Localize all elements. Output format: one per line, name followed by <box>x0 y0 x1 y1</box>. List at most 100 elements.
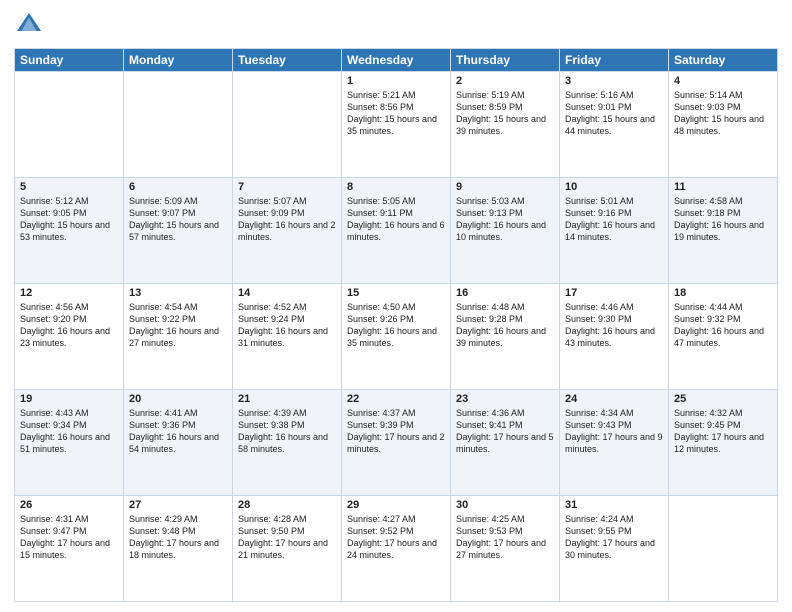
day-info: Sunrise: 5:19 AM Sunset: 8:59 PM Dayligh… <box>456 89 554 138</box>
col-header-wednesday: Wednesday <box>342 49 451 72</box>
empty-cell <box>15 72 124 178</box>
day-number: 8 <box>347 181 445 193</box>
day-cell-11: 11Sunrise: 4:58 AM Sunset: 9:18 PM Dayli… <box>669 178 778 284</box>
day-cell-6: 6 Sunrise: 5:09 AM Sunset: 9:07 PM Daylig… <box>124 178 233 284</box>
day-cell-7: 7 Sunrise: 5:07 AM Sunset: 9:09 PM Daylig… <box>233 178 342 284</box>
day-info: Sunrise: 4:24 AM Sunset: 9:55 PM Dayligh… <box>565 513 663 562</box>
day-info: Sunrise: 4:48 AM Sunset: 9:28 PM Dayligh… <box>456 301 554 350</box>
calendar-table: SundayMondayTuesdayWednesdayThursdayFrid… <box>14 48 778 602</box>
day-cell-26: 26 Sunrise: 4:31 AM Sunset: 9:47 PM Dayli… <box>15 496 124 602</box>
empty-cell <box>669 496 778 602</box>
day-number: 30 <box>456 499 554 511</box>
day-info: Sunrise: 5:14 AM Sunset: 9:03 PM Dayligh… <box>674 89 772 138</box>
logo <box>14 10 48 40</box>
day-info: Sunrise: 5:01 AM Sunset: 9:16 PM Dayligh… <box>565 195 663 244</box>
col-header-saturday: Saturday <box>669 49 778 72</box>
week-row-4: 19Sunrise: 4:43 AM Sunset: 9:34 PM Dayli… <box>15 390 778 496</box>
day-number: 5 <box>20 181 118 193</box>
day-number: 21 <box>238 393 336 405</box>
empty-cell <box>233 72 342 178</box>
day-number: 9 <box>456 181 554 193</box>
page: SundayMondayTuesdayWednesdayThursdayFrid… <box>0 0 792 612</box>
day-number: 1 <box>347 75 445 87</box>
day-info: Sunrise: 4:28 AM Sunset: 9:50 PM Dayligh… <box>238 513 336 562</box>
col-header-friday: Friday <box>560 49 669 72</box>
day-number: 6 <box>129 181 227 193</box>
day-number: 29 <box>347 499 445 511</box>
day-info: Sunrise: 4:27 AM Sunset: 9:52 PM Dayligh… <box>347 513 445 562</box>
day-cell-30: 30 Sunrise: 4:25 AM Sunset: 9:53 PM Dayli… <box>451 496 560 602</box>
day-info: Sunrise: 5:03 AM Sunset: 9:13 PM Dayligh… <box>456 195 554 244</box>
day-info: Sunrise: 5:16 AM Sunset: 9:01 PM Dayligh… <box>565 89 663 138</box>
day-number: 25 <box>674 393 772 405</box>
day-number: 7 <box>238 181 336 193</box>
day-cell-3: 3 Sunrise: 5:16 AM Sunset: 9:01 PM Daylig… <box>560 72 669 178</box>
header-row: SundayMondayTuesdayWednesdayThursdayFrid… <box>15 49 778 72</box>
day-info: Sunrise: 4:54 AM Sunset: 9:22 PM Dayligh… <box>129 301 227 350</box>
day-cell-13: 13 Sunrise: 4:54 AM Sunset: 9:22 PM Dayli… <box>124 284 233 390</box>
empty-cell <box>124 72 233 178</box>
day-info: Sunrise: 5:09 AM Sunset: 9:07 PM Dayligh… <box>129 195 227 244</box>
day-cell-1: 1 Sunrise: 5:21 AM Sunset: 8:56 PM Daylig… <box>342 72 451 178</box>
day-cell-18: 18Sunrise: 4:44 AM Sunset: 9:32 PM Dayli… <box>669 284 778 390</box>
week-row-5: 26 Sunrise: 4:31 AM Sunset: 9:47 PM Dayli… <box>15 496 778 602</box>
day-cell-16: 16 Sunrise: 4:48 AM Sunset: 9:28 PM Dayli… <box>451 284 560 390</box>
day-info: Sunrise: 4:34 AM Sunset: 9:43 PM Dayligh… <box>565 407 663 456</box>
day-number: 12 <box>20 287 118 299</box>
day-info: Sunrise: 4:36 AM Sunset: 9:41 PM Dayligh… <box>456 407 554 456</box>
week-row-1: 1 Sunrise: 5:21 AM Sunset: 8:56 PM Daylig… <box>15 72 778 178</box>
day-info: Sunrise: 5:12 AM Sunset: 9:05 PM Dayligh… <box>20 195 118 244</box>
day-info: Sunrise: 4:32 AM Sunset: 9:45 PM Dayligh… <box>674 407 772 456</box>
day-number: 17 <box>565 287 663 299</box>
day-info: Sunrise: 4:41 AM Sunset: 9:36 PM Dayligh… <box>129 407 227 456</box>
day-number: 10 <box>565 181 663 193</box>
header <box>14 10 778 40</box>
day-number: 14 <box>238 287 336 299</box>
day-info: Sunrise: 4:58 AM Sunset: 9:18 PM Dayligh… <box>674 195 772 244</box>
day-number: 3 <box>565 75 663 87</box>
day-info: Sunrise: 4:43 AM Sunset: 9:34 PM Dayligh… <box>20 407 118 456</box>
day-number: 16 <box>456 287 554 299</box>
day-cell-31: 31 Sunrise: 4:24 AM Sunset: 9:55 PM Dayli… <box>560 496 669 602</box>
week-row-3: 12 Sunrise: 4:56 AM Sunset: 9:20 PM Dayli… <box>15 284 778 390</box>
day-number: 22 <box>347 393 445 405</box>
week-row-2: 5 Sunrise: 5:12 AM Sunset: 9:05 PM Daylig… <box>15 178 778 284</box>
day-info: Sunrise: 4:56 AM Sunset: 9:20 PM Dayligh… <box>20 301 118 350</box>
day-number: 15 <box>347 287 445 299</box>
day-number: 24 <box>565 393 663 405</box>
day-number: 27 <box>129 499 227 511</box>
day-cell-23: 23Sunrise: 4:36 AM Sunset: 9:41 PM Dayli… <box>451 390 560 496</box>
logo-icon <box>14 10 44 40</box>
day-info: Sunrise: 5:05 AM Sunset: 9:11 PM Dayligh… <box>347 195 445 244</box>
day-number: 20 <box>129 393 227 405</box>
day-number: 31 <box>565 499 663 511</box>
day-info: Sunrise: 5:21 AM Sunset: 8:56 PM Dayligh… <box>347 89 445 138</box>
day-cell-20: 20 Sunrise: 4:41 AM Sunset: 9:36 PM Dayli… <box>124 390 233 496</box>
day-info: Sunrise: 4:31 AM Sunset: 9:47 PM Dayligh… <box>20 513 118 562</box>
day-info: Sunrise: 4:25 AM Sunset: 9:53 PM Dayligh… <box>456 513 554 562</box>
day-cell-28: 28Sunrise: 4:28 AM Sunset: 9:50 PM Dayli… <box>233 496 342 602</box>
col-header-monday: Monday <box>124 49 233 72</box>
day-cell-19: 19Sunrise: 4:43 AM Sunset: 9:34 PM Dayli… <box>15 390 124 496</box>
day-info: Sunrise: 4:52 AM Sunset: 9:24 PM Dayligh… <box>238 301 336 350</box>
day-cell-17: 17 Sunrise: 4:46 AM Sunset: 9:30 PM Dayli… <box>560 284 669 390</box>
day-info: Sunrise: 4:46 AM Sunset: 9:30 PM Dayligh… <box>565 301 663 350</box>
day-cell-27: 27 Sunrise: 4:29 AM Sunset: 9:48 PM Dayli… <box>124 496 233 602</box>
day-cell-2: 2 Sunrise: 5:19 AM Sunset: 8:59 PM Daylig… <box>451 72 560 178</box>
day-cell-25: 25 Sunrise: 4:32 AM Sunset: 9:45 PM Dayli… <box>669 390 778 496</box>
day-cell-5: 5 Sunrise: 5:12 AM Sunset: 9:05 PM Daylig… <box>15 178 124 284</box>
day-cell-12: 12 Sunrise: 4:56 AM Sunset: 9:20 PM Dayli… <box>15 284 124 390</box>
col-header-tuesday: Tuesday <box>233 49 342 72</box>
day-number: 26 <box>20 499 118 511</box>
day-number: 18 <box>674 287 772 299</box>
col-header-thursday: Thursday <box>451 49 560 72</box>
day-number: 4 <box>674 75 772 87</box>
day-number: 13 <box>129 287 227 299</box>
day-number: 2 <box>456 75 554 87</box>
day-info: Sunrise: 4:29 AM Sunset: 9:48 PM Dayligh… <box>129 513 227 562</box>
day-cell-29: 29 Sunrise: 4:27 AM Sunset: 9:52 PM Dayli… <box>342 496 451 602</box>
day-info: Sunrise: 4:37 AM Sunset: 9:39 PM Dayligh… <box>347 407 445 456</box>
day-cell-9: 9 Sunrise: 5:03 AM Sunset: 9:13 PM Daylig… <box>451 178 560 284</box>
day-info: Sunrise: 5:07 AM Sunset: 9:09 PM Dayligh… <box>238 195 336 244</box>
day-cell-21: 21Sunrise: 4:39 AM Sunset: 9:38 PM Dayli… <box>233 390 342 496</box>
